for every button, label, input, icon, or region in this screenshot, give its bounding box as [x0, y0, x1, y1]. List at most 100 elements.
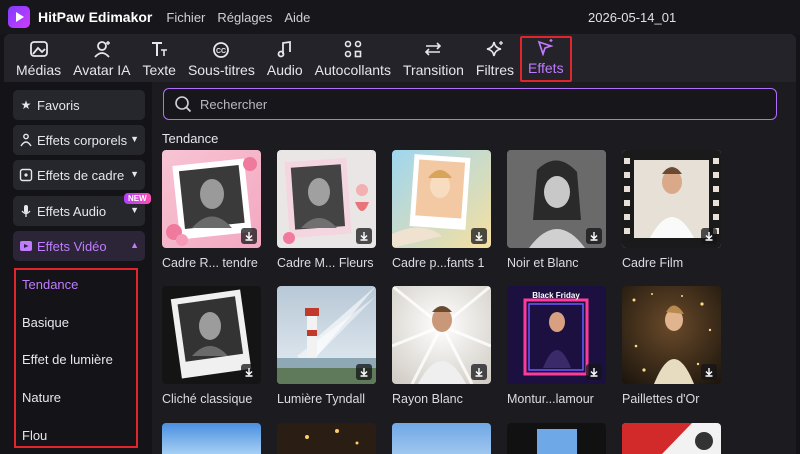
effect-label: Rayon Blanc [392, 392, 463, 406]
download-icon[interactable] [586, 364, 602, 380]
stickers-icon [344, 40, 362, 58]
tab-autocollants[interactable]: Autocollants [309, 36, 397, 82]
sidebar-item-favoris[interactable]: ★ Favoris [13, 90, 145, 120]
search-bar[interactable] [163, 88, 777, 120]
subcategory-tendance[interactable]: Tendance [22, 277, 78, 292]
effect-card-lumiere-tyndall[interactable] [277, 286, 376, 384]
media-icon [29, 41, 48, 57]
download-icon[interactable] [701, 364, 717, 380]
title-bar: HitPaw Edimakor Fichier Réglages Aide 20… [0, 0, 800, 34]
sidebar-item-label: Effets de cadre [37, 167, 125, 183]
tab-medias[interactable]: Médias [10, 36, 67, 82]
svg-text:CC: CC [216, 48, 226, 55]
effect-card-partial[interactable] [277, 423, 376, 454]
effect-label: Noir et Blanc [507, 256, 579, 270]
avatar-icon [94, 41, 110, 58]
effect-label: Cadre M... Fleurs [277, 256, 374, 270]
download-icon[interactable] [356, 364, 372, 380]
subcategory-nature[interactable]: Nature [22, 390, 61, 405]
effect-card-cadre-romantique[interactable] [162, 150, 261, 248]
sidebar-item-effets-de-cadre[interactable]: Effets de cadre ▼ [13, 160, 145, 190]
app-window: HitPaw Edimakor Fichier Réglages Aide 20… [0, 0, 800, 454]
tab-sous-titres[interactable]: CC Sous-titres [182, 36, 261, 82]
effect-card-partial[interactable] [392, 423, 491, 454]
tab-avatar-ia[interactable]: Avatar IA [67, 36, 136, 82]
sidebar-item-label: Effets corporels [37, 132, 128, 148]
thumbnail-image [305, 429, 359, 445]
effect-card-cadre-film[interactable] [622, 150, 721, 248]
download-icon[interactable] [241, 364, 257, 380]
menu-aide[interactable]: Aide [284, 10, 310, 25]
microphone-icon [21, 205, 31, 217]
tab-label: Avatar IA [73, 62, 131, 78]
tab-label: Autocollants [314, 62, 391, 78]
sidebar-item-effets-corporels[interactable]: Effets corporels ▼ [13, 125, 145, 155]
project-name: 2026-05-14_01 [588, 10, 677, 25]
new-badge: NEW [124, 193, 151, 204]
thumbnail-image [622, 423, 713, 454]
video-icon [20, 241, 32, 251]
download-icon[interactable] [701, 228, 717, 244]
thumbnail-image [537, 429, 577, 454]
effect-label: Montur...lamour [507, 392, 594, 406]
sidebar-item-label: Effets Audio [37, 203, 107, 219]
tab-label: Audio [266, 62, 303, 78]
effect-card-noir-et-blanc[interactable] [507, 150, 606, 248]
subtitles-icon: CC [213, 42, 230, 58]
star-icon: ★ [20, 98, 32, 112]
search-icon [175, 96, 192, 113]
effect-label: Cadre Film [622, 256, 684, 270]
tab-label: Transition [402, 62, 464, 78]
subcategory-basique[interactable]: Basique [22, 315, 69, 330]
effect-card-partial[interactable] [622, 423, 721, 454]
transition-icon [425, 42, 442, 56]
download-icon[interactable] [471, 364, 487, 380]
tab-transition[interactable]: Transition [397, 36, 470, 82]
download-icon[interactable] [356, 228, 372, 244]
effect-card-cadre-fleurs[interactable] [277, 150, 376, 248]
tab-label: Médias [16, 62, 62, 78]
effect-card-partial[interactable] [507, 423, 606, 454]
effects-panel: Tendance Cadre R... tendre Cadre M... Fl… [152, 82, 796, 454]
panel-scrollbar[interactable] [784, 84, 790, 454]
tab-texte[interactable]: Texte [136, 36, 181, 82]
menu-fichier[interactable]: Fichier [166, 10, 205, 25]
effect-label: Cliché classique [162, 392, 253, 406]
download-icon[interactable] [471, 228, 487, 244]
tab-label: Effets [528, 60, 564, 76]
tab-label: Sous-titres [187, 62, 255, 78]
effect-label: Lumière Tyndall [277, 392, 366, 406]
sidebar-item-effets-video[interactable]: Effets Vidéo ▲ [13, 231, 145, 261]
chevron-down-icon: ▼ [130, 134, 139, 144]
frame-icon [19, 168, 33, 182]
menu-reglages[interactable]: Réglages [217, 10, 272, 25]
magic-wand-icon [537, 39, 554, 56]
sidebar-item-label: Effets Vidéo [37, 238, 107, 254]
main-toolbar: Médias Avatar IA Texte CC Sous-titres Au… [4, 34, 796, 82]
app-logo-icon [8, 6, 30, 28]
body-icon [20, 133, 32, 147]
app-name: HitPaw Edimakor [38, 9, 153, 25]
subcategory-flou[interactable]: Flou [22, 428, 47, 443]
effect-card-paillettes-dor[interactable] [622, 286, 721, 384]
effect-label: Cadre R... tendre [162, 256, 258, 270]
effect-card-partial[interactable] [162, 423, 261, 454]
effect-card-monture-glamour[interactable]: Black Friday [507, 286, 606, 384]
chevron-up-icon: ▲ [130, 240, 139, 250]
tab-effets[interactable]: Effets [520, 36, 572, 82]
effect-card-rayon-blanc[interactable] [392, 286, 491, 384]
category-sidebar: ★ Favoris Effets corporels ▼ Effets de c… [0, 82, 152, 454]
svg-text:Black Friday: Black Friday [532, 291, 580, 300]
sparkle-icon [486, 41, 503, 57]
music-note-icon [277, 40, 291, 58]
tab-filtres[interactable]: Filtres [470, 36, 520, 82]
subcategory-effet-de-lumiere[interactable]: Effet de lumière [22, 352, 113, 367]
search-input[interactable] [200, 96, 760, 112]
tab-audio[interactable]: Audio [261, 36, 309, 82]
effect-label: Paillettes d'Or [622, 392, 700, 406]
download-icon[interactable] [586, 228, 602, 244]
chevron-down-icon: ▼ [130, 205, 139, 215]
download-icon[interactable] [241, 228, 257, 244]
effect-card-cliche-classique[interactable] [162, 286, 261, 384]
effect-card-cadre-enfants[interactable] [392, 150, 491, 248]
